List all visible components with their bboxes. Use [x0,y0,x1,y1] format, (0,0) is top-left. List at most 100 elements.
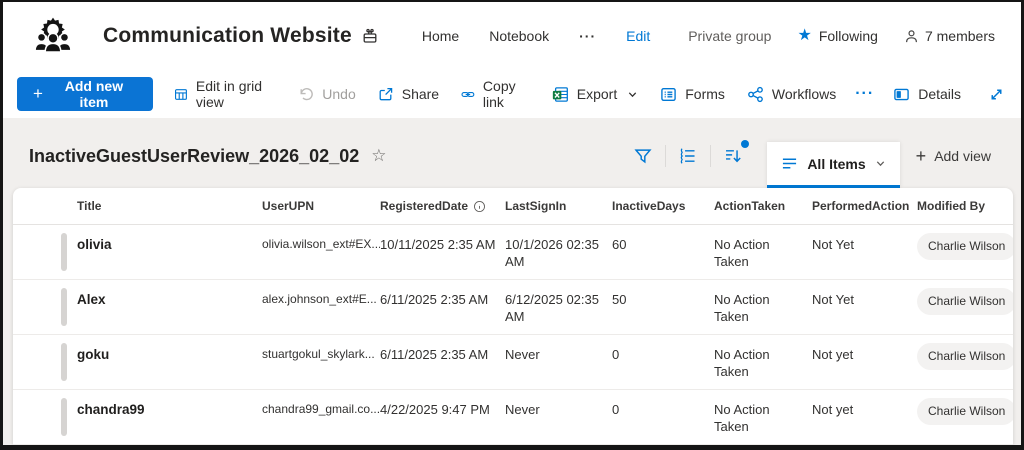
cell-title: olivia [77,237,112,252]
column-header-label: LastSignIn [505,199,567,213]
top-navigation: Home Notebook ··· Edit [422,28,650,44]
site-title[interactable]: Communication Website [103,24,352,48]
edit-in-grid-view-button[interactable]: Edit in grid view [163,71,287,117]
sort-notification-dot [741,140,750,148]
star-outline-icon[interactable]: ☆ [371,146,386,166]
cell-action-taken: No Action Taken [714,347,770,379]
cell-userupn: chandra99_gmail.co... [262,402,380,416]
privacy-label: Private group [688,28,772,44]
cell-title: chandra99 [77,402,145,417]
grid-table-icon [174,88,187,100]
chevron-down-icon [629,91,637,97]
row-handle-bar [61,233,67,271]
column-header-inactivedays[interactable]: InactiveDays [612,199,714,213]
site-logo-people-gear-icon[interactable] [31,14,75,58]
share-button[interactable]: Share [367,79,450,109]
table-body: olivia olivia.wilson_ext#EX... 10/11/2025 … [13,225,1013,445]
cell-action-taken: No Action Taken [714,237,770,269]
person-outline-icon [905,29,917,42]
table-row[interactable]: olivia olivia.wilson_ext#EX... 10/11/2025 … [13,225,1013,280]
cell-inactive-days: 0 [612,347,620,362]
column-header-title[interactable]: Title [77,199,262,213]
cell-title: goku [77,347,110,362]
cell-modified-by: Charlie Wilson [917,280,1013,324]
group-by-button[interactable] [666,147,710,165]
cell-last-sign-in: Never [505,347,540,362]
cell-registered-date: 6/11/2025 2:35 AM [380,292,489,307]
add-view-label: Add view [934,148,991,164]
cell-userupn: stuartgokul_skylark... [262,347,375,361]
following-button[interactable]: ★ Following [797,27,878,45]
list-lines-icon [783,158,797,169]
column-header-label: InactiveDays [612,199,686,213]
forms-button[interactable]: Forms [649,79,736,110]
chevron-down-icon [876,161,884,167]
workflows-button[interactable]: Workflows [736,79,847,110]
details-button[interactable]: Details [882,79,972,110]
expand-fullscreen-button[interactable] [988,86,1005,103]
column-header-modified-by[interactable]: Modified By [917,199,1013,213]
nav-edit-link[interactable]: Edit [626,28,650,44]
column-header-label: ActionTaken [714,199,786,213]
info-circle-icon[interactable] [473,200,486,213]
cell-inactive-days: 0 [612,402,620,417]
table-row[interactable]: chandra99 chandra99_gmail.co... 4/22/2025 … [13,390,1013,445]
cell-last-sign-in: 10/1/2026 02:35 AM [505,237,599,269]
open-pane-icon [894,88,909,100]
sort-button[interactable] [711,140,755,165]
undo-button[interactable]: Undo [287,79,366,109]
modified-by-persona-pill[interactable]: Charlie Wilson [917,343,1013,370]
list-title: InactiveGuestUserReview_2026_02_02 [29,145,360,166]
content-area: InactiveGuestUserReview_2026_02_02 ☆ All… [3,118,1021,445]
column-header-userupn[interactable]: UserUPN [262,199,380,213]
site-header: Communication Website Home Notebook ··· … [3,2,1021,70]
column-header-registereddate[interactable]: RegisteredDate [380,199,505,213]
plus-icon: + [915,146,927,166]
briefcase-group-icon [362,28,378,44]
members-button[interactable]: 7 members [904,28,995,44]
table-header-row: Title UserUPN RegisteredDate LastSignIn Inac… [13,188,1013,225]
column-header-label: Title [77,199,102,213]
view-bar: InactiveGuestUserReview_2026_02_02 ☆ All… [3,118,1021,188]
modified-by-persona-pill[interactable]: Charlie Wilson [917,398,1013,425]
filter-button[interactable] [621,147,665,165]
table-row[interactable]: Alex alex.johnson_ext#E... 6/11/2025 2:35 … [13,280,1013,335]
add-new-item-button[interactable]: + Add new item [17,77,153,111]
column-header-lastsignin[interactable]: LastSignIn [505,199,612,213]
nav-item-notebook[interactable]: Notebook [489,28,549,44]
command-bar-right: Details [882,79,1005,110]
nav-overflow-ellipsis[interactable]: ··· [579,28,596,44]
copy-link-button[interactable]: Copy link [450,71,541,117]
row-handle-cell [13,335,77,389]
modified-by-persona-pill[interactable]: Charlie Wilson [917,233,1013,260]
row-handle-bar [61,288,67,326]
command-bar-items: Edit in grid view Undo Share Copy link E… [163,71,882,117]
add-view-button[interactable]: + Add view [900,147,1007,165]
view-selector-all-items[interactable]: All Items [767,142,900,188]
star-filled-icon: ★ [797,27,812,44]
export-button[interactable]: Export [541,79,649,110]
share-box-arrow-icon [379,87,392,101]
cell-registered-date: 4/22/2025 9:47 PM [380,402,490,417]
funnel-icon [634,149,652,164]
command-overflow-ellipsis[interactable]: ··· [847,78,882,110]
cell-registered-date: 10/11/2025 2:35 AM [380,237,496,252]
command-bar: + Add new item Edit in grid view Undo Sh… [3,70,1021,118]
view-bar-right: All Items + Add view [621,124,1007,188]
row-handle-cell [13,280,77,334]
cell-modified-by: Charlie Wilson [917,390,1013,434]
form-lines-icon [661,87,677,101]
column-header-performedaction[interactable]: PerformedAction [812,199,917,213]
nav-item-home[interactable]: Home [422,28,459,44]
modified-by-persona-pill[interactable]: Charlie Wilson [917,288,1013,315]
cell-registered-date: 6/11/2025 2:35 AM [380,347,489,362]
cell-performed-action: Not yet [812,347,854,362]
table-row[interactable]: goku stuartgokul_skylark... 6/11/2025 2:35… [13,335,1013,390]
row-handle-bar [61,398,67,436]
column-header-label: PerformedAction [812,199,910,213]
cell-performed-action: Not Yet [812,237,854,252]
cell-modified-by: Charlie Wilson [917,225,1013,269]
following-label: Following [818,28,878,44]
column-header-label: Modified By [917,199,985,213]
column-header-actiontaken[interactable]: ActionTaken [714,199,812,213]
